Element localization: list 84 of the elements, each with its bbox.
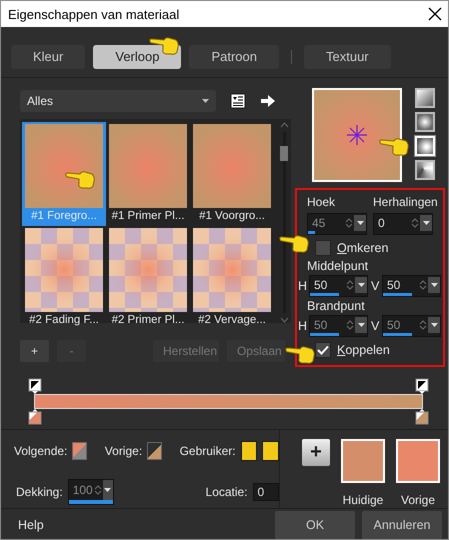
user-color-swatch[interactable] bbox=[262, 441, 279, 461]
caret-icon bbox=[422, 220, 430, 224]
gradient-style-button[interactable] bbox=[415, 88, 435, 108]
caret-icon bbox=[104, 488, 112, 492]
user-color-swatch[interactable] bbox=[240, 441, 258, 461]
opacity-label: Dekking: bbox=[16, 485, 63, 499]
current-material-swatch[interactable] bbox=[341, 439, 385, 483]
gradient-preview[interactable] bbox=[312, 88, 402, 182]
checkbox-label[interactable]: Koppelen bbox=[337, 343, 390, 357]
axis-label: H bbox=[298, 319, 306, 333]
caret-icon bbox=[430, 322, 438, 326]
caret-icon bbox=[202, 99, 209, 103]
angle-label: Hoek bbox=[307, 195, 336, 209]
pointing-hand-icon bbox=[65, 169, 95, 189]
category-dropdown[interactable]: Alles bbox=[20, 90, 216, 112]
add-gradient-button[interactable]: + bbox=[20, 340, 49, 362]
group-label: Brandpunt bbox=[307, 299, 366, 313]
axis-label: H bbox=[298, 279, 306, 293]
swatch-label: Huidige bbox=[342, 493, 384, 507]
gradient-style-button[interactable] bbox=[415, 112, 435, 132]
list-view-icon[interactable] bbox=[230, 93, 246, 109]
caret-icon bbox=[358, 282, 364, 286]
caret-icon bbox=[430, 282, 438, 286]
dropdown-button[interactable] bbox=[355, 276, 367, 292]
gradient-tile[interactable]: #1 Primer Pl... bbox=[106, 122, 190, 226]
gradient-style-button[interactable] bbox=[415, 160, 435, 180]
axis-label: V bbox=[371, 319, 379, 333]
opacity-stop-marker[interactable] bbox=[28, 378, 42, 394]
opacity-stop-marker[interactable] bbox=[415, 378, 429, 394]
add-swatch-button[interactable]: + bbox=[302, 439, 330, 466]
gradient-tile[interactable]: #2 Primer Pl... bbox=[106, 226, 190, 330]
gradient-name: #2 Fading F... bbox=[29, 314, 99, 326]
gradient-tile[interactable]: #2 Fading F... bbox=[22, 226, 106, 330]
pointing-hand-icon bbox=[379, 136, 409, 156]
location-field[interactable]: 0 bbox=[252, 483, 279, 501]
window-title: Eigenschappen van materiaal bbox=[8, 6, 180, 22]
previous-material-swatch[interactable] bbox=[396, 439, 440, 483]
number-field[interactable]: 0 bbox=[373, 213, 433, 235]
axis-label: V bbox=[371, 279, 379, 293]
close-icon[interactable] bbox=[428, 7, 442, 21]
tab[interactable]: Kleur bbox=[11, 44, 86, 68]
center-point-icon[interactable] bbox=[346, 124, 368, 146]
gradient-tile[interactable]: #2 Vervage... bbox=[190, 226, 274, 330]
next-label: Volgende: bbox=[14, 444, 68, 458]
pointing-hand-icon bbox=[285, 344, 315, 364]
tab[interactable]: Textuur bbox=[304, 44, 391, 68]
cancel-button[interactable]: Annuleren bbox=[362, 511, 442, 539]
previous-label: Vorige: bbox=[104, 444, 142, 458]
ok-button[interactable]: OK bbox=[275, 511, 355, 539]
spinner-icon[interactable] bbox=[92, 483, 103, 497]
gradient-name: #1 Primer Pl... bbox=[112, 210, 184, 222]
dropdown-button[interactable] bbox=[428, 276, 440, 292]
previous-color-swatch[interactable] bbox=[147, 442, 162, 460]
user-label: Gebruiker: bbox=[180, 444, 236, 458]
opacity-field[interactable]: 100 bbox=[68, 479, 114, 505]
gradient-name: #1 Voorgro... bbox=[199, 210, 265, 222]
caret-icon bbox=[356, 220, 364, 224]
number-field[interactable]: 50 bbox=[309, 275, 368, 297]
caret-icon bbox=[358, 322, 364, 326]
color-stop-marker[interactable] bbox=[28, 409, 42, 425]
group-label: Middelpunt bbox=[307, 259, 370, 273]
scrollbar-thumb[interactable] bbox=[280, 146, 288, 161]
checkbox-label[interactable]: Omkeren bbox=[337, 241, 388, 255]
arrow-right-icon[interactable] bbox=[260, 95, 276, 107]
swatch-label: Vorige bbox=[400, 493, 436, 507]
scroll-up-icon[interactable] bbox=[280, 122, 288, 128]
checkmark-icon bbox=[317, 345, 329, 355]
scroll-down-icon[interactable] bbox=[280, 317, 288, 323]
tab[interactable]: Patroon bbox=[189, 44, 279, 68]
tab[interactable]: Verloop bbox=[93, 44, 182, 68]
gradient-name: #2 Vervage... bbox=[198, 314, 266, 326]
dropdown-button[interactable] bbox=[420, 214, 432, 230]
checkbox[interactable] bbox=[315, 342, 331, 358]
color-stop-marker[interactable] bbox=[415, 409, 429, 425]
checkbox[interactable] bbox=[315, 240, 331, 256]
number-field[interactable]: 50 bbox=[382, 275, 441, 297]
next-color-swatch[interactable] bbox=[72, 442, 88, 460]
gradient-name: #1 Foregro... bbox=[31, 210, 97, 222]
help-link[interactable]: Help bbox=[18, 518, 268, 532]
gradient-tile[interactable]: #1 Voorgro... bbox=[190, 122, 274, 226]
pointing-hand-icon bbox=[279, 233, 309, 253]
location-label: Locatie: bbox=[206, 485, 248, 499]
repeats-label: Herhalingen bbox=[373, 195, 439, 209]
gradient-name: #2 Primer Pl... bbox=[112, 314, 184, 326]
